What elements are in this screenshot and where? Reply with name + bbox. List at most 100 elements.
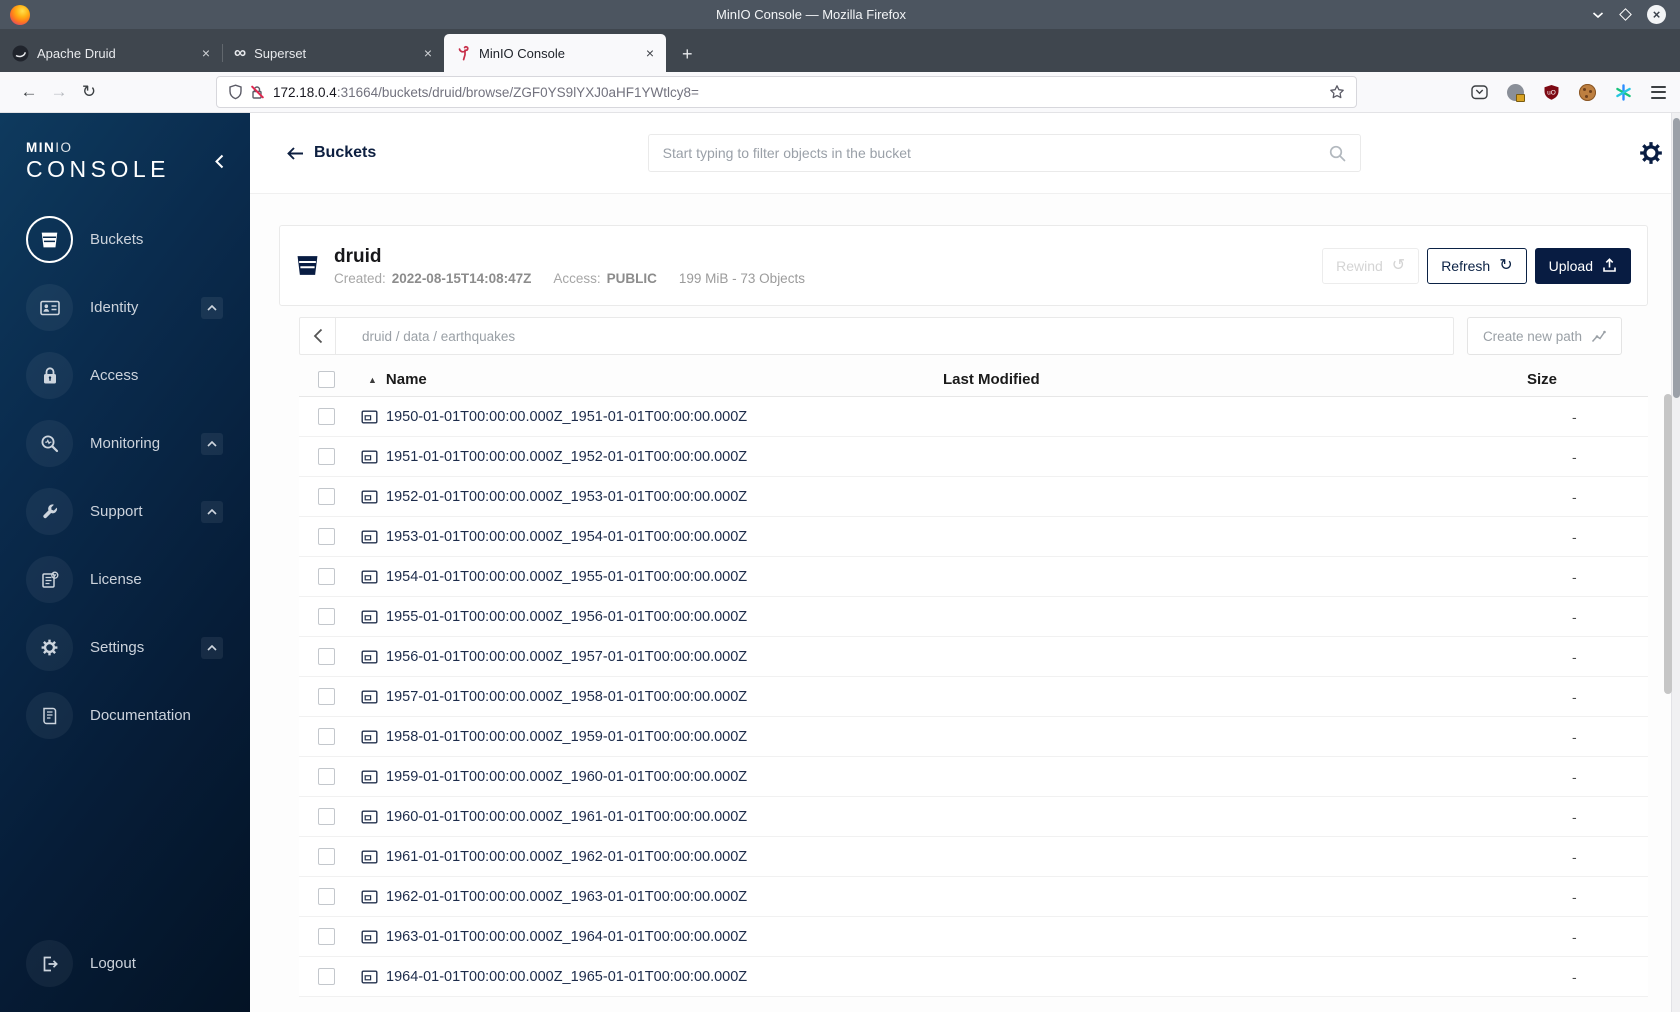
object-list-scrollbar-thumb[interactable] <box>1664 394 1672 694</box>
cookie-icon[interactable] <box>1579 83 1596 101</box>
back-icon[interactable]: ← <box>14 78 44 106</box>
row-checkbox[interactable] <box>318 888 335 905</box>
object-name[interactable]: 1962-01-01T00:00:00.000Z_1963-01-01T00:0… <box>386 889 747 905</box>
object-row[interactable]: 1964-01-01T00:00:00.000Z_1965-01-01T00:0… <box>299 957 1648 997</box>
object-name[interactable]: 1952-01-01T00:00:00.000Z_1953-01-01T00:0… <box>386 489 747 505</box>
upload-button[interactable]: Upload <box>1534 247 1631 284</box>
object-row[interactable]: 1952-01-01T00:00:00.000Z_1953-01-01T00:0… <box>299 477 1648 517</box>
object-name[interactable]: 1950-01-01T00:00:00.000Z_1951-01-01T00:0… <box>386 409 747 425</box>
back-to-buckets-link[interactable]: Buckets <box>287 144 376 162</box>
column-header-name[interactable]: ▲ Name <box>347 371 943 388</box>
create-new-path-button[interactable]: Create new path <box>1466 317 1622 355</box>
row-checkbox[interactable] <box>318 448 335 465</box>
sidebar-item-access[interactable]: Access <box>0 352 250 399</box>
chevron-up-icon[interactable] <box>201 501 223 523</box>
object-name[interactable]: 1957-01-01T00:00:00.000Z_1958-01-01T00:0… <box>386 689 747 705</box>
object-name[interactable]: 1959-01-01T00:00:00.000Z_1960-01-01T00:0… <box>386 769 747 785</box>
chevron-up-icon[interactable] <box>201 297 223 319</box>
sidebar-item-identity[interactable]: Identity <box>0 284 250 331</box>
tab-close-icon[interactable]: × <box>644 45 656 61</box>
sidebar-item-documentation[interactable]: Documentation <box>0 692 250 739</box>
rewind-button[interactable]: Rewind ↺ <box>1322 247 1420 284</box>
sidebar-item-license[interactable]: License <box>0 556 250 603</box>
row-checkbox[interactable] <box>318 528 335 545</box>
row-checkbox[interactable] <box>318 608 335 625</box>
row-checkbox[interactable] <box>318 408 335 425</box>
url-bar[interactable]: 172.18.0.4:31664/buckets/druid/browse/ZG… <box>216 76 1357 108</box>
row-checkbox[interactable] <box>318 648 335 665</box>
object-row[interactable]: 1958-01-01T00:00:00.000Z_1959-01-01T00:0… <box>299 717 1648 757</box>
object-row[interactable]: 1959-01-01T00:00:00.000Z_1960-01-01T00:0… <box>299 757 1648 797</box>
folder-icon <box>361 649 378 665</box>
tab-close-icon[interactable]: × <box>200 45 212 61</box>
shield-icon[interactable] <box>228 84 243 100</box>
maximize-icon[interactable] <box>1619 8 1632 21</box>
window-title: MinIO Console — Mozilla Firefox <box>716 7 906 22</box>
reload-icon[interactable]: ↻ <box>74 78 104 106</box>
chevron-up-icon[interactable] <box>201 433 223 455</box>
object-name[interactable]: 1964-01-01T00:00:00.000Z_1965-01-01T00:0… <box>386 969 747 985</box>
object-row[interactable]: 1951-01-01T00:00:00.000Z_1952-01-01T00:0… <box>299 437 1648 477</box>
row-checkbox[interactable] <box>318 688 335 705</box>
object-row[interactable]: 1950-01-01T00:00:00.000Z_1951-01-01T00:0… <box>299 397 1648 437</box>
object-row[interactable]: 1953-01-01T00:00:00.000Z_1954-01-01T00:0… <box>299 517 1648 557</box>
row-checkbox[interactable] <box>318 768 335 785</box>
chevron-left-icon[interactable] <box>300 318 336 354</box>
minimize-icon[interactable] <box>1592 11 1604 19</box>
row-checkbox[interactable] <box>318 928 335 945</box>
object-name[interactable]: 1953-01-01T00:00:00.000Z_1954-01-01T00:0… <box>386 529 747 545</box>
new-tab-button[interactable]: + <box>682 45 693 63</box>
sidebar-item-monitoring[interactable]: Monitoring <box>0 420 250 467</box>
search-input[interactable] <box>662 145 1329 161</box>
row-checkbox[interactable] <box>318 848 335 865</box>
sidebar-item-logout[interactable]: Logout <box>0 940 250 987</box>
object-name[interactable]: 1960-01-01T00:00:00.000Z_1961-01-01T00:0… <box>386 809 747 825</box>
object-name[interactable]: 1954-01-01T00:00:00.000Z_1955-01-01T00:0… <box>386 569 747 585</box>
object-row[interactable]: 1957-01-01T00:00:00.000Z_1958-01-01T00:0… <box>299 677 1648 717</box>
extension-avatar-icon[interactable] <box>1507 83 1525 102</box>
object-name[interactable]: 1951-01-01T00:00:00.000Z_1952-01-01T00:0… <box>386 449 747 465</box>
column-header-size[interactable]: Size <box>1527 371 1648 388</box>
column-header-last-modified[interactable]: Last Modified <box>943 371 1527 388</box>
row-checkbox[interactable] <box>318 808 335 825</box>
insecure-lock-icon[interactable] <box>250 84 265 100</box>
settings-gear-icon[interactable] <box>1638 140 1664 166</box>
object-name[interactable]: 1958-01-01T00:00:00.000Z_1959-01-01T00:0… <box>386 729 747 745</box>
tab-apache-druid[interactable]: Apache Druid × <box>0 34 222 72</box>
object-name[interactable]: 1955-01-01T00:00:00.000Z_1956-01-01T00:0… <box>386 609 747 625</box>
menu-hamburger-icon[interactable] <box>1651 85 1666 99</box>
color-asterisk-icon[interactable] <box>1615 83 1632 101</box>
bookmark-star-icon[interactable] <box>1329 84 1345 100</box>
sidebar-item-buckets[interactable]: Buckets <box>0 216 250 263</box>
row-checkbox[interactable] <box>318 968 335 985</box>
pocket-icon[interactable] <box>1471 84 1488 100</box>
forward-icon[interactable]: → <box>44 78 74 106</box>
row-checkbox[interactable] <box>318 568 335 585</box>
close-icon[interactable]: × <box>1647 5 1666 24</box>
sidebar-item-support[interactable]: Support <box>0 488 250 535</box>
row-checkbox[interactable] <box>318 728 335 745</box>
tab-superset[interactable]: ∞ Superset × <box>222 34 444 72</box>
ublock-shield-icon[interactable]: uO <box>1543 84 1560 101</box>
object-name[interactable]: 1963-01-01T00:00:00.000Z_1964-01-01T00:0… <box>386 929 747 945</box>
refresh-button[interactable]: Refresh ↻ <box>1427 247 1527 284</box>
collapse-chevron-icon[interactable] <box>215 154 224 169</box>
breadcrumb[interactable]: druid / data / earthquakes <box>336 329 515 344</box>
select-all-checkbox[interactable] <box>318 371 335 388</box>
tab-minio-console[interactable]: MinIO Console × <box>444 34 666 72</box>
object-row[interactable]: 1963-01-01T00:00:00.000Z_1964-01-01T00:0… <box>299 917 1648 957</box>
row-checkbox[interactable] <box>318 488 335 505</box>
object-row[interactable]: 1956-01-01T00:00:00.000Z_1957-01-01T00:0… <box>299 637 1648 677</box>
object-row[interactable]: 1960-01-01T00:00:00.000Z_1961-01-01T00:0… <box>299 797 1648 837</box>
object-row[interactable]: 1961-01-01T00:00:00.000Z_1962-01-01T00:0… <box>299 837 1648 877</box>
tab-close-icon[interactable]: × <box>422 45 434 61</box>
browser-scrollbar[interactable] <box>1671 113 1680 1012</box>
browser-scrollbar-thumb[interactable] <box>1673 118 1680 398</box>
object-name[interactable]: 1956-01-01T00:00:00.000Z_1957-01-01T00:0… <box>386 649 747 665</box>
object-row[interactable]: 1955-01-01T00:00:00.000Z_1956-01-01T00:0… <box>299 597 1648 637</box>
object-name[interactable]: 1961-01-01T00:00:00.000Z_1962-01-01T00:0… <box>386 849 747 865</box>
object-row[interactable]: 1962-01-01T00:00:00.000Z_1963-01-01T00:0… <box>299 877 1648 917</box>
sidebar-item-settings[interactable]: Settings <box>0 624 250 671</box>
object-row[interactable]: 1954-01-01T00:00:00.000Z_1955-01-01T00:0… <box>299 557 1648 597</box>
chevron-up-icon[interactable] <box>201 637 223 659</box>
